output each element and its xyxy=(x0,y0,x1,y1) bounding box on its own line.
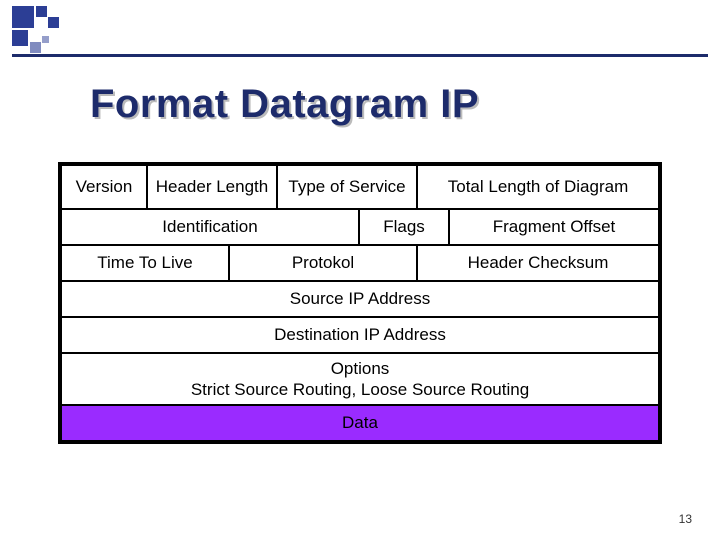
field-flags: Flags xyxy=(359,209,449,245)
slide-container: Format Datagram IP Version Header Length… xyxy=(0,0,720,540)
diagram-row-1: Version Header Length Type of Service To… xyxy=(61,165,659,209)
diagram-row-2: Identification Flags Fragment Offset xyxy=(61,209,659,245)
field-data: Data xyxy=(61,405,659,441)
decor-square xyxy=(42,36,49,43)
field-version: Version xyxy=(61,165,147,209)
corner-decoration xyxy=(12,6,68,50)
decor-square xyxy=(36,6,47,17)
field-identification: Identification xyxy=(61,209,359,245)
field-header-length: Header Length xyxy=(147,165,277,209)
diagram-row-5: Destination IP Address xyxy=(61,317,659,353)
decor-square xyxy=(30,42,41,53)
decor-square xyxy=(12,30,28,46)
decor-square xyxy=(12,6,34,28)
diagram-row-3: Time To Live Protokol Header Checksum xyxy=(61,245,659,281)
field-destination-ip: Destination IP Address xyxy=(61,317,659,353)
field-type-of-service: Type of Service xyxy=(277,165,417,209)
field-ttl: Time To Live xyxy=(61,245,229,281)
field-total-length: Total Length of Diagram xyxy=(417,165,659,209)
slide-title: Format Datagram IP xyxy=(90,82,479,127)
field-options: OptionsStrict Source Routing, Loose Sour… xyxy=(61,353,659,405)
diagram-row-6: OptionsStrict Source Routing, Loose Sour… xyxy=(61,353,659,405)
field-protocol: Protokol xyxy=(229,245,417,281)
ip-datagram-diagram: Version Header Length Type of Service To… xyxy=(58,162,662,444)
field-source-ip: Source IP Address xyxy=(61,281,659,317)
field-fragment-offset: Fragment Offset xyxy=(449,209,659,245)
page-number: 13 xyxy=(679,512,692,526)
diagram-row-7: Data xyxy=(61,405,659,441)
header-rule xyxy=(12,54,708,57)
decor-square xyxy=(48,17,59,28)
field-header-checksum: Header Checksum xyxy=(417,245,659,281)
diagram-row-4: Source IP Address xyxy=(61,281,659,317)
